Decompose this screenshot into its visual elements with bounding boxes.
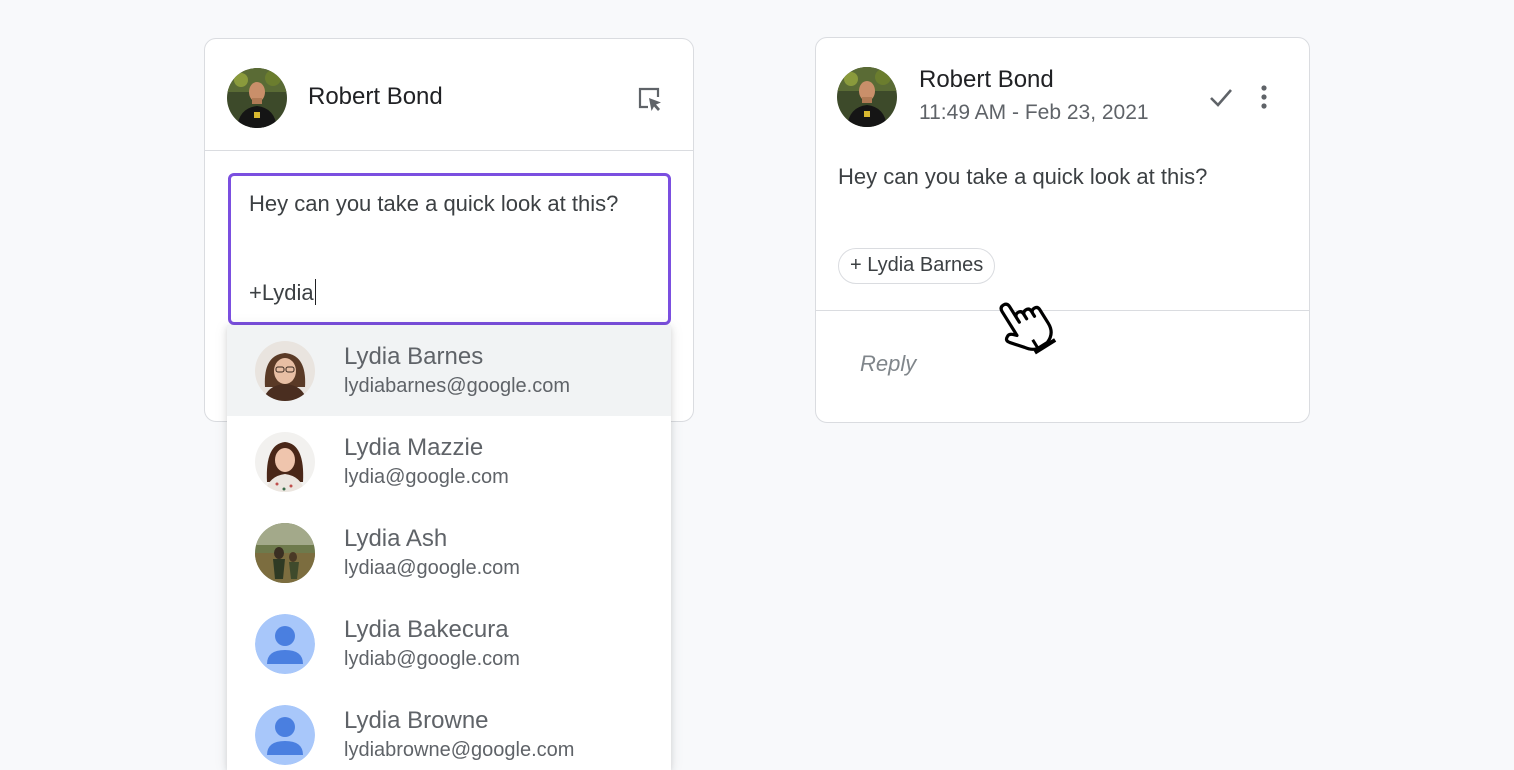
reply-input[interactable]: Reply	[860, 351, 1280, 387]
comment-body: Hey can you take a quick look at this?	[838, 164, 1208, 189]
suggestion-email: lydia@google.com	[344, 466, 509, 488]
suggestion-name: Lydia Ash	[344, 525, 448, 552]
suggestion-item[interactable]: Lydia Bakecura lydiab@google.com	[227, 598, 671, 689]
suggestion-item[interactable]: Lydia Mazzie lydia@google.com	[227, 416, 671, 507]
pointer-hand-cursor-icon	[999, 302, 1057, 355]
resolve-button[interactable]	[1206, 82, 1236, 112]
suggestion-email: lydiab@google.com	[344, 648, 520, 670]
author-name: Robert Bond	[919, 66, 1054, 93]
suggestion-avatar	[255, 341, 315, 401]
mention-query: +Lydia	[249, 280, 314, 305]
checkmark-icon	[1210, 89, 1232, 107]
reply-divider	[816, 310, 1309, 311]
more-vert-icon	[1261, 85, 1267, 109]
suggestion-name: Lydia Mazzie	[344, 434, 484, 461]
posted-comment-card: Robert Bond 11:49 AM - Feb 23, 2021 Hey …	[815, 37, 1310, 423]
default-person-icon	[255, 614, 315, 674]
suggestion-email: lydiaa@google.com	[344, 557, 520, 579]
suggestion-avatar	[255, 523, 315, 583]
author-name: Robert Bond	[308, 83, 443, 110]
suggestion-name: Lydia Barnes	[344, 343, 484, 370]
compose-header: Robert Bond	[205, 39, 693, 151]
suggestion-name: Lydia Browne	[344, 707, 489, 734]
suggestion-item[interactable]: Lydia Browne lydiabrowne@google.com	[227, 689, 671, 770]
mention-draft-line: +Lydia	[249, 279, 650, 306]
comment-text-input[interactable]: Hey can you take a quick look at this? +…	[228, 173, 671, 325]
suggestion-email: lydiabrowne@google.com	[344, 739, 575, 761]
mention-chip[interactable]: + Lydia Barnes	[838, 248, 996, 284]
suggestion-item[interactable]: Lydia Barnes lydiabarnes@google.com	[227, 325, 671, 416]
assign-button[interactable]	[635, 84, 665, 114]
text-caret	[314, 279, 317, 305]
author-avatar	[227, 68, 287, 128]
author-avatar	[837, 67, 897, 127]
suggestion-item[interactable]: Lydia Ash lydiaa@google.com	[227, 507, 671, 598]
draft-text-line: Hey can you take a quick look at this?	[249, 191, 619, 216]
assign-cursor-icon	[638, 87, 661, 111]
stage: Robert Bond Hey can you take a quick loo…	[0, 0, 1514, 770]
comment-timestamp: 11:49 AM - Feb 23, 2021	[919, 101, 1149, 124]
more-options-button[interactable]	[1252, 82, 1276, 112]
suggestion-avatar	[255, 432, 315, 492]
suggestion-name: Lydia Bakecura	[344, 616, 509, 643]
mention-suggestions-dropdown: Lydia Barnes lydiabarnes@google.com Lydi…	[227, 325, 671, 770]
suggestion-email: lydiabarnes@google.com	[344, 375, 570, 397]
default-person-icon	[255, 705, 315, 765]
